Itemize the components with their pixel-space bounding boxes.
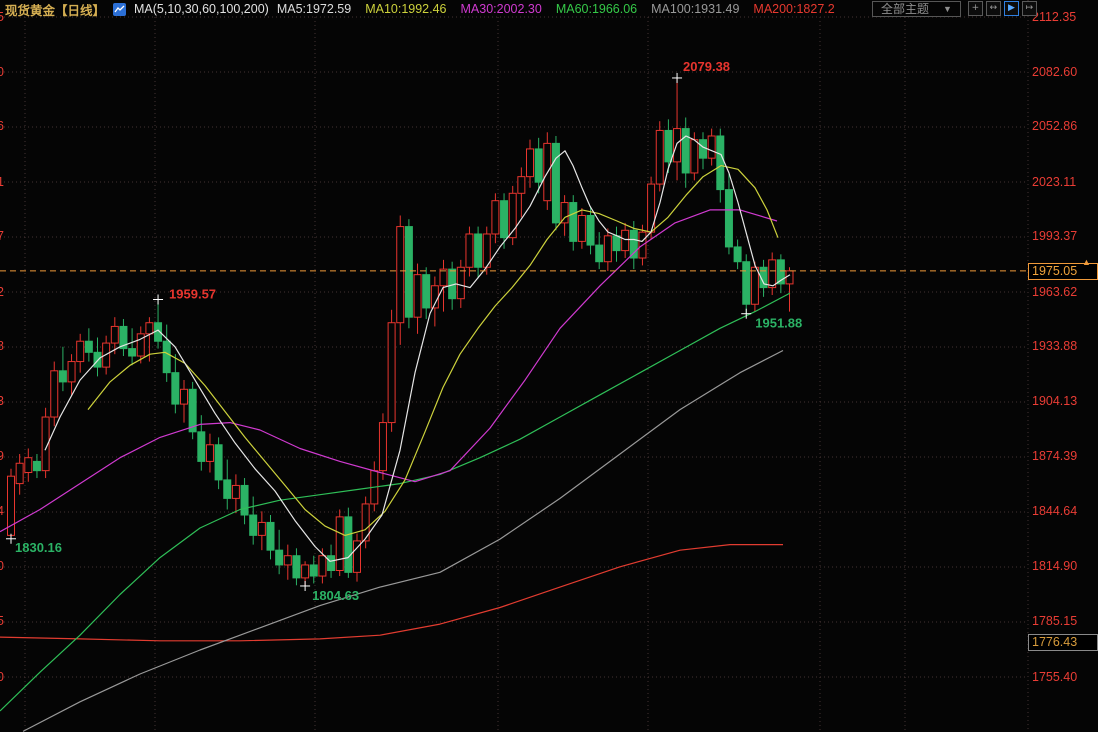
chart-toolbar: 全部主题 ▼ +↔▶↦: [872, 0, 1037, 17]
extreme-price-annotation: 2079.38: [683, 59, 730, 74]
theme-selector-button[interactable]: 全部主题 ▼: [872, 1, 961, 17]
secondary-price-label: 1776.43: [1028, 634, 1098, 651]
ma10-line: [88, 166, 778, 536]
y-axis-label: 1874.39: [1032, 449, 1077, 463]
crosshair-icon[interactable]: +: [968, 1, 983, 16]
clipped-left-axis-digit: 4: [0, 504, 4, 518]
toolbar-icon-group: +↔▶↦: [968, 1, 1037, 16]
ma200-line: [0, 545, 783, 641]
theme-selector-label: 全部主题: [881, 0, 929, 17]
ma-values-row: MA5:1972.59 MA10:1992.46 MA30:2002.30 MA60:…: [277, 2, 835, 16]
clipped-left-axis-digit: 1: [0, 175, 4, 189]
y-axis-label: 1785.15: [1032, 614, 1077, 628]
ma-value-label: MA30:2002.30: [461, 2, 542, 16]
ma100-line: [23, 351, 783, 732]
clipped-left-axis-digit: 8: [0, 339, 4, 353]
extreme-price-annotation: 1830.16: [15, 540, 62, 555]
y-axis-label: 1814.90: [1032, 559, 1077, 573]
symbol-period-title: 现货黄金【日线】: [5, 0, 105, 19]
kline-icon: [113, 3, 126, 16]
y-axis-label: 2023.11: [1032, 175, 1076, 189]
price-up-arrow-icon: ▲: [1082, 257, 1091, 267]
y-axis-label: 1755.40: [1032, 670, 1077, 684]
dropdown-arrow-icon: ▼: [943, 4, 952, 14]
y-axis-label: 1963.62: [1032, 285, 1077, 299]
clipped-left-axis-digit: 0: [0, 65, 4, 79]
y-axis-label: 1993.37: [1032, 229, 1077, 243]
y-axis-label: 2052.86: [1032, 119, 1077, 133]
y-axis-label: 2082.60: [1032, 65, 1077, 79]
clipped-left-axis-digit: 5: [0, 10, 4, 24]
ma-value-label: MA10:1992.46: [365, 2, 446, 16]
extreme-price-annotation: 1959.57: [169, 286, 216, 301]
extreme-price-annotation: 1804.63: [312, 588, 359, 603]
clipped-left-axis-digit: 7: [0, 229, 4, 243]
ma-value-label: MA200:1827.2: [753, 2, 834, 16]
clipped-left-axis-digit: 9: [0, 449, 4, 463]
ma-settings-label: MA(5,10,30,60,100,200): [134, 2, 269, 16]
play-icon[interactable]: ▶: [1004, 1, 1019, 16]
clipped-left-axis-digit: 3: [0, 394, 4, 408]
candlestick-chart[interactable]: 1830.16 1959.57 1804.63 2079.38 1951.88: [0, 0, 1098, 732]
fit-width-icon[interactable]: ↔: [986, 1, 1001, 16]
clipped-left-axis-digit: 6: [0, 119, 4, 133]
clipped-left-axis-digit: 0: [0, 559, 4, 573]
y-axis-label: 1904.13: [1032, 394, 1077, 408]
extreme-price-annotation: 1951.88: [755, 316, 802, 331]
clipped-left-axis-digit: 2: [0, 285, 4, 299]
ma-value-label: MA100:1931.49: [651, 2, 739, 16]
ma-value-label: MA5:1972.59: [277, 2, 351, 16]
chart-header: 现货黄金【日线】 MA(5,10,30,60,100,200) MA5:1972…: [5, 1, 835, 17]
ma-value-label: MA60:1966.06: [556, 2, 637, 16]
clipped-left-axis-digit: 5: [0, 614, 4, 628]
y-axis-label: 1844.64: [1032, 504, 1077, 518]
ma5-line: [45, 136, 790, 561]
y-axis-label: 2112.35: [1032, 10, 1076, 24]
chart-window: 1830.16 1959.57 1804.63 2079.38 1951.88 现货黄金…: [0, 0, 1098, 732]
y-axis-label: 1933.88: [1032, 339, 1077, 353]
clipped-left-axis-digit: 0: [0, 670, 4, 684]
export-right-icon[interactable]: ↦: [1022, 1, 1037, 16]
